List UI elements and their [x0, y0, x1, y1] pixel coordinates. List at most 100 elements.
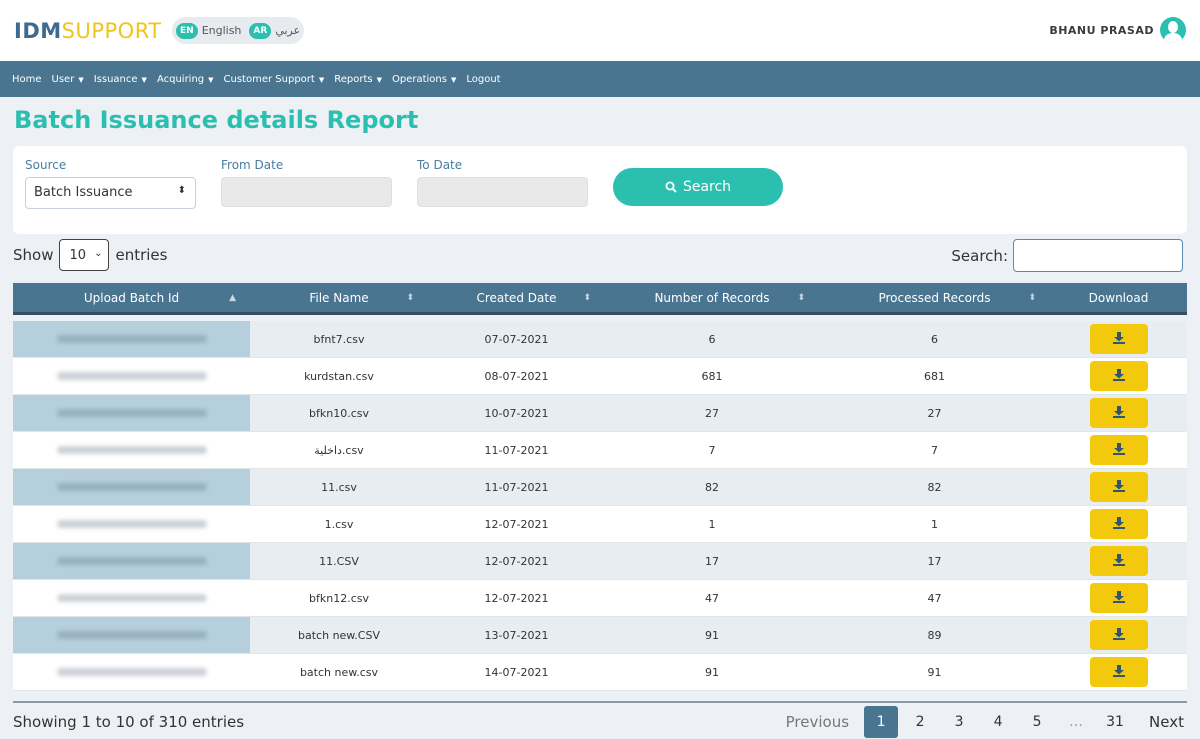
table-footer-divider [13, 701, 1187, 703]
table-row: bfnt7.csv 07-07-2021 6 6 [13, 321, 1187, 358]
batch-id-redacted [56, 557, 207, 565]
caret-down-icon: ▼ [318, 75, 325, 84]
records-cell: 17 [705, 554, 719, 568]
download-button[interactable] [1089, 324, 1148, 354]
en-badge: EN [176, 22, 198, 39]
created-date-cell: 11-07-2021 [484, 443, 549, 457]
records-cell: 91 [705, 665, 719, 679]
chevron-down-icon: ⌄ [94, 248, 103, 259]
nav-item-acquiring[interactable]: Acquiring ▼ [157, 74, 214, 85]
download-button[interactable] [1089, 472, 1148, 502]
download-cell [1050, 654, 1187, 690]
previous-page-button[interactable]: Previous [776, 706, 859, 738]
to-date-input[interactable] [417, 177, 588, 207]
brand-part-2: SUPPORT [61, 19, 162, 43]
download-button[interactable] [1089, 361, 1148, 391]
batch-id-redacted [56, 372, 207, 380]
nav-item-label: Issuance [93, 73, 138, 85]
language-ar[interactable]: AR عربي [249, 22, 301, 39]
batch-id-cell [13, 506, 250, 542]
download-button[interactable] [1089, 435, 1148, 465]
show-label: Show [13, 246, 54, 264]
created-date-cell: 13-07-2021 [484, 628, 549, 642]
caret-down-icon: ▼ [78, 75, 84, 84]
column-header-label: Number of Records [654, 290, 770, 305]
download-icon [1112, 664, 1126, 681]
source-select[interactable]: Batch Issuance ⬍ [25, 177, 196, 209]
caret-down-icon: ▼ [208, 75, 214, 84]
nav-item-operations[interactable]: Operations ▼ [392, 74, 456, 85]
table-row: 1.csv 12-07-2021 1 1 [13, 506, 1187, 543]
page-button-31[interactable]: 31 [1098, 706, 1132, 738]
download-button[interactable] [1089, 583, 1148, 613]
download-button[interactable] [1089, 657, 1148, 687]
file-name-cell: داخلية.csv [314, 443, 364, 457]
batch-id-cell [13, 395, 250, 431]
nav-item-issuance[interactable]: Issuance ▼ [94, 74, 147, 85]
download-button[interactable] [1089, 509, 1148, 539]
page-button-3[interactable]: 3 [942, 706, 976, 738]
column-header-created-date[interactable]: Created Date ⬍ [428, 283, 605, 312]
user-menu[interactable]: BHANU PRASAD [1049, 17, 1186, 43]
records-cell: 681 [701, 369, 723, 383]
avatar-icon[interactable] [1160, 17, 1186, 43]
entries-select[interactable]: 10 ⌄ [59, 239, 110, 271]
table-search-label: Search: [951, 246, 1008, 265]
page-button-1[interactable]: 1 [864, 706, 899, 738]
batch-id-cell [13, 543, 250, 579]
table-search-input[interactable] [1013, 239, 1183, 272]
nav-item-label: Customer Support [223, 73, 315, 85]
created-date-cell: 12-07-2021 [484, 554, 549, 568]
page-button-4[interactable]: 4 [981, 706, 1015, 738]
records-cell: 82 [705, 480, 719, 494]
language-switcher: EN English AR عربي [172, 17, 304, 44]
nav-item-customer-support[interactable]: Customer Support ▼ [224, 74, 325, 85]
download-icon [1112, 627, 1126, 644]
download-button[interactable] [1089, 546, 1148, 576]
ar-label: عربي [275, 24, 301, 37]
brand-logo[interactable]: IDMSUPPORT [14, 19, 162, 43]
download-icon [1112, 331, 1126, 348]
download-button[interactable] [1089, 398, 1148, 428]
batch-id-cell [13, 321, 250, 357]
page-button-2[interactable]: 2 [903, 706, 937, 738]
download-button[interactable] [1089, 620, 1148, 650]
language-en[interactable]: EN English [176, 22, 241, 39]
batch-id-redacted [56, 631, 207, 639]
batch-id-cell [13, 654, 250, 690]
select-arrows-icon: ⬍ [177, 185, 186, 196]
processed-cell: 6 [931, 332, 938, 346]
column-header-processed-records[interactable]: Processed Records ⬍ [819, 283, 1050, 312]
table-row: bfkn10.csv 10-07-2021 27 27 [13, 395, 1187, 432]
records-cell: 91 [705, 628, 719, 642]
nav-item-logout[interactable]: Logout [466, 74, 500, 85]
search-button-label: Search [682, 179, 732, 195]
column-header-label: Created Date [476, 290, 557, 305]
column-header-number-of-records[interactable]: Number of Records ⬍ [605, 283, 819, 312]
entries-value: 10 [69, 247, 87, 263]
next-page-button[interactable]: Next [1137, 706, 1186, 738]
page-button-5[interactable]: 5 [1020, 706, 1054, 738]
search-button[interactable]: Search [613, 168, 783, 206]
nav-item-reports[interactable]: Reports ▼ [334, 74, 382, 85]
download-cell [1050, 321, 1187, 357]
processed-cell: 7 [931, 443, 938, 457]
processed-cell: 681 [924, 369, 945, 383]
nav-item-user[interactable]: User ▼ [52, 74, 84, 85]
batch-id-cell [13, 432, 250, 468]
batch-id-cell [13, 469, 250, 505]
records-cell: 27 [705, 406, 719, 420]
table-row: batch new.CSV 13-07-2021 91 89 [13, 617, 1187, 654]
column-header-upload-batch-id[interactable]: Upload Batch Id ▲ [13, 283, 250, 312]
from-date-input[interactable] [221, 177, 392, 207]
file-name-cell: bfnt7.csv [313, 332, 365, 346]
entries-label: entries [115, 246, 168, 264]
table-row: bfkn12.csv 12-07-2021 47 47 [13, 580, 1187, 617]
processed-cell: 17 [927, 554, 942, 568]
table-info: Showing 1 to 10 of 310 entries [13, 713, 245, 731]
table-row: 11.CSV 12-07-2021 17 17 [13, 543, 1187, 580]
column-header-file-name[interactable]: File Name ⬍ [250, 283, 428, 312]
created-date-cell: 12-07-2021 [484, 517, 549, 531]
nav-item-home[interactable]: Home [12, 74, 42, 85]
sort-icon: ▲ [229, 292, 236, 303]
